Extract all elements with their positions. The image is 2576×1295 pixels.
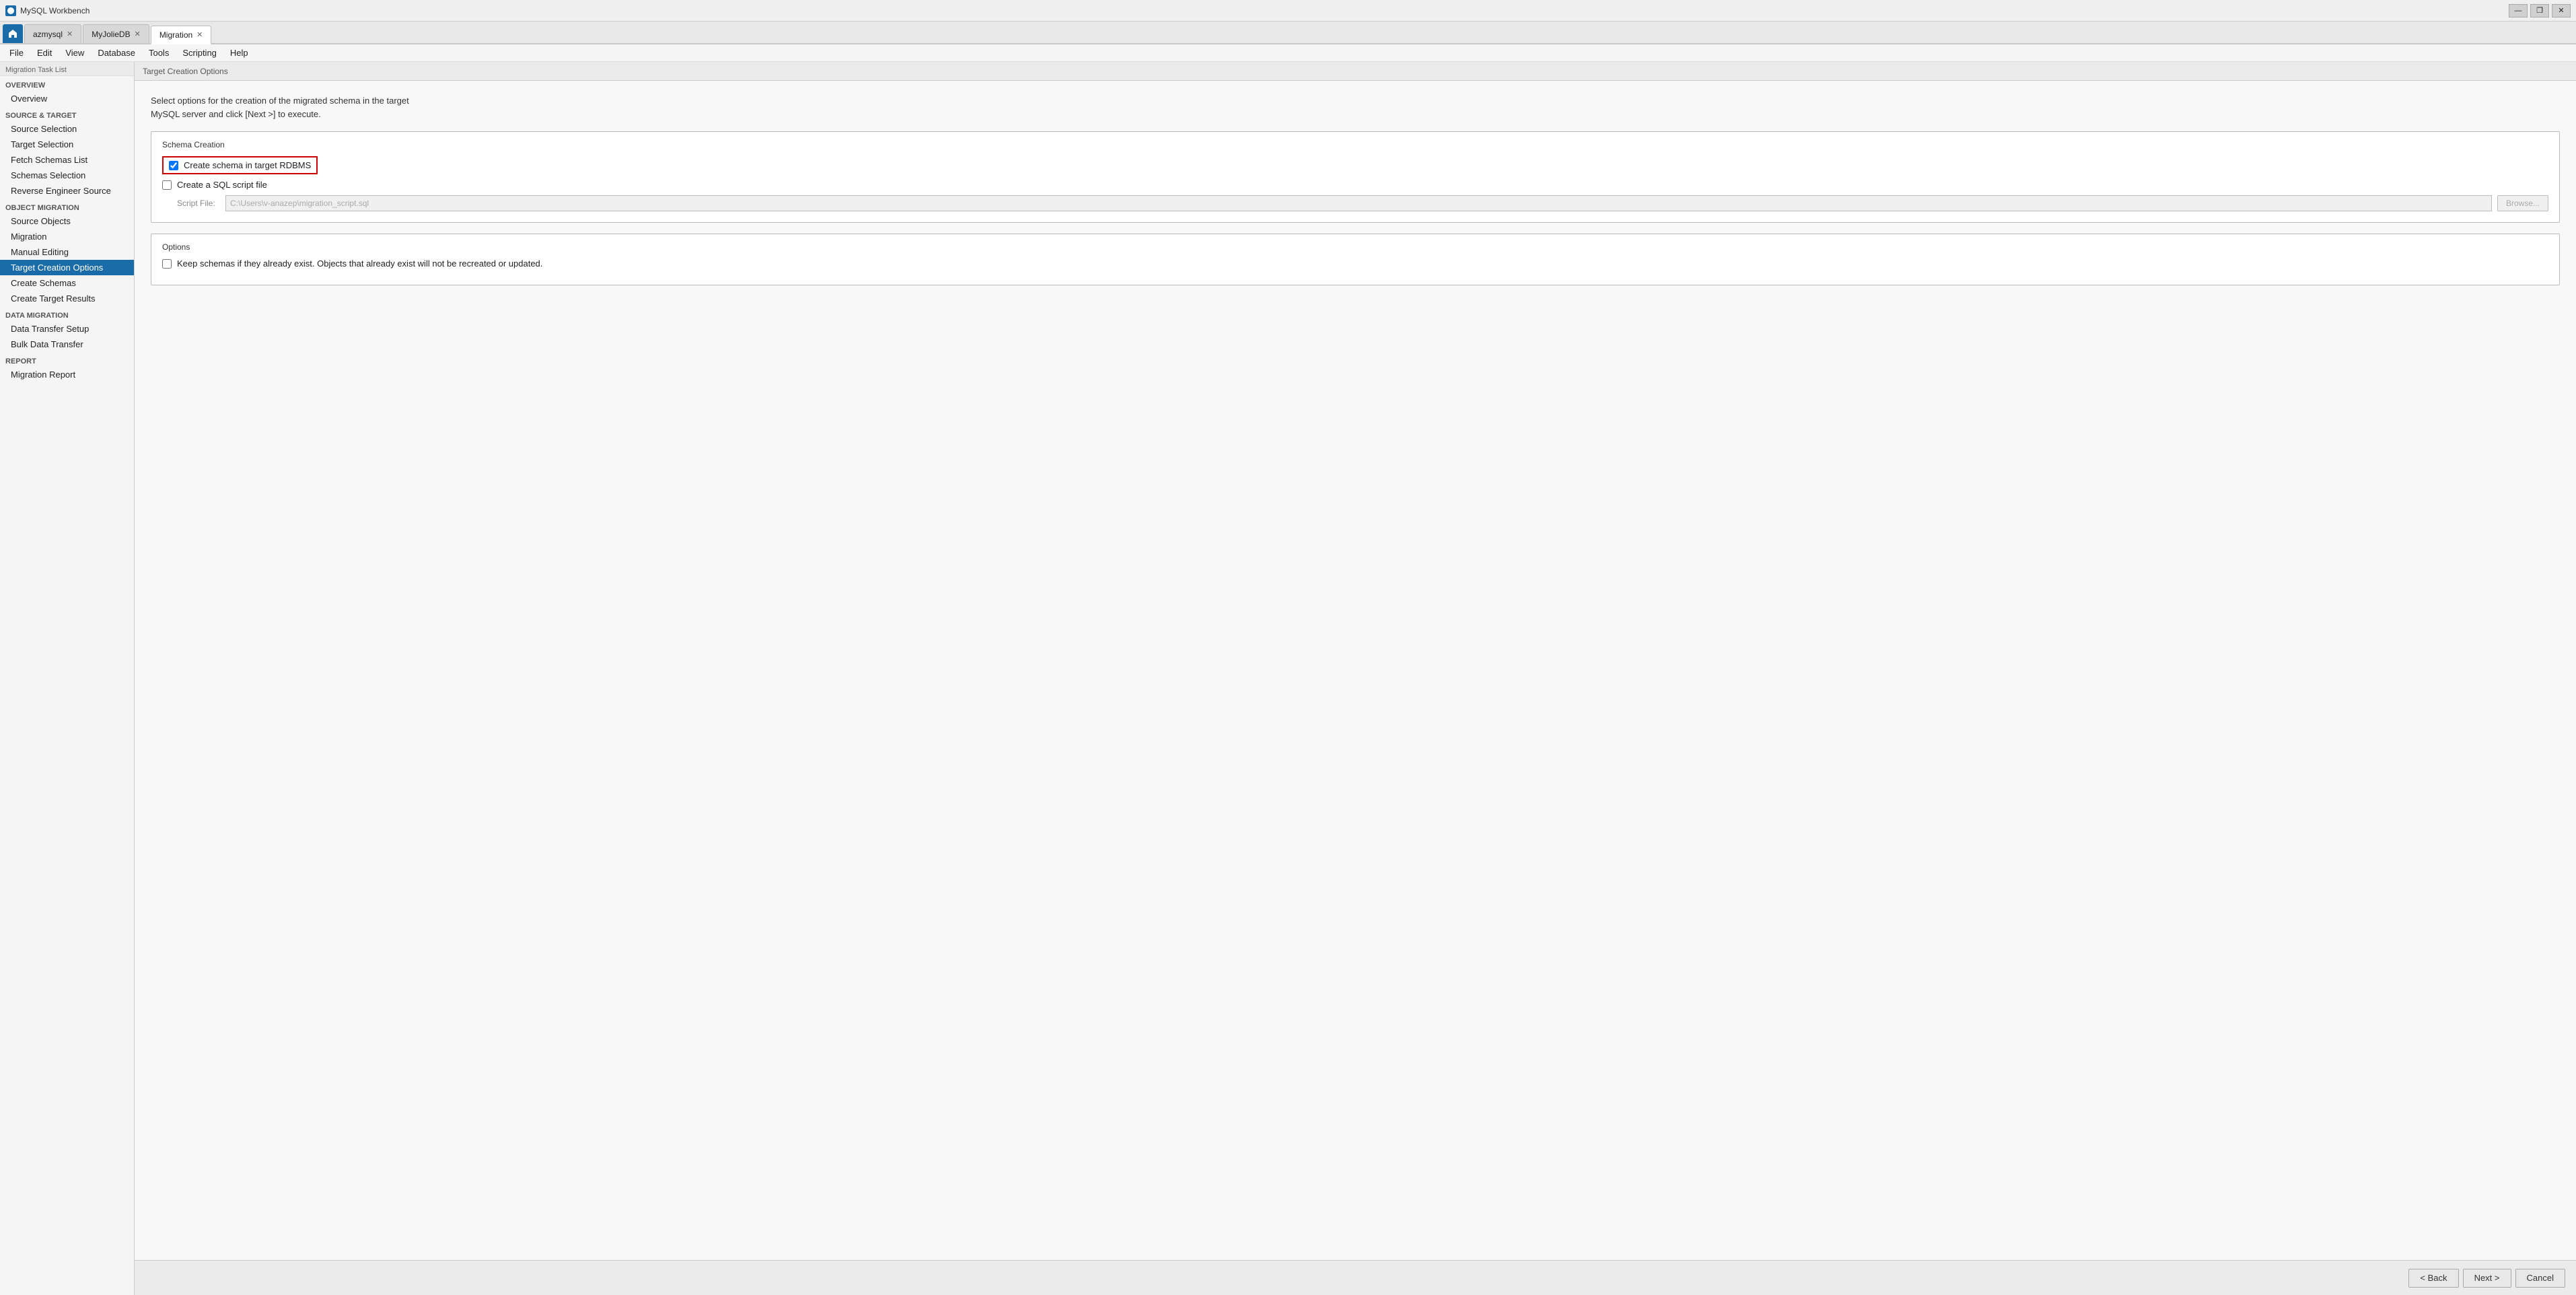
sidebar-item-create-target-results[interactable]: Create Target Results — [0, 291, 134, 306]
schema-creation-group: Schema Creation Create schema in target … — [151, 131, 2560, 223]
create-schema-label: Create schema in target RDBMS — [184, 160, 311, 170]
tab-azmysql-label: azmysql — [33, 30, 63, 39]
create-sql-row: Create a SQL script file — [162, 180, 2548, 190]
sidebar: Migration Task List OVERVIEW Overview SO… — [0, 62, 135, 1295]
content-header: Target Creation Options — [135, 62, 2576, 81]
options-title: Options — [162, 242, 2548, 252]
bottom-bar: < Back Next > Cancel — [135, 1260, 2576, 1295]
content-body: Select options for the creation of the m… — [135, 81, 2576, 1260]
tab-azmysql[interactable]: azmysql ✕ — [24, 24, 81, 43]
menu-database[interactable]: Database — [91, 46, 142, 59]
menu-tools[interactable]: Tools — [142, 46, 176, 59]
tab-migration-label: Migration — [159, 30, 192, 40]
window-controls: — ❐ ✕ — [2509, 4, 2571, 18]
main-layout: Migration Task List OVERVIEW Overview SO… — [0, 62, 2576, 1295]
menu-help[interactable]: Help — [223, 46, 255, 59]
sidebar-section-report: REPORT — [0, 352, 134, 367]
sidebar-item-schemas-selection[interactable]: Schemas Selection — [0, 168, 134, 183]
script-file-row: Script File: Browse... — [162, 195, 2548, 211]
tabbar: azmysql ✕ MyJolieDB ✕ Migration ✕ — [0, 22, 2576, 44]
sidebar-section-overview: OVERVIEW — [0, 76, 134, 91]
sidebar-item-target-selection[interactable]: Target Selection — [0, 137, 134, 152]
back-button[interactable]: < Back — [2408, 1269, 2458, 1288]
sidebar-item-reverse-engineer[interactable]: Reverse Engineer Source — [0, 183, 134, 199]
create-sql-checkbox[interactable] — [162, 180, 172, 190]
options-group: Options Keep schemas if they already exi… — [151, 234, 2560, 285]
next-button[interactable]: Next > — [2463, 1269, 2511, 1288]
keep-schemas-checkbox[interactable] — [162, 259, 172, 269]
script-file-input[interactable] — [225, 195, 2492, 211]
sidebar-item-overview[interactable]: Overview — [0, 91, 134, 106]
schema-creation-title: Schema Creation — [162, 140, 2548, 149]
content: Target Creation Options Select options f… — [135, 62, 2576, 1295]
cancel-button[interactable]: Cancel — [2515, 1269, 2565, 1288]
tab-azmysql-close[interactable]: ✕ — [67, 30, 73, 38]
app-icon — [5, 5, 16, 16]
browse-button[interactable]: Browse... — [2497, 195, 2548, 211]
tab-migration-close[interactable]: ✕ — [196, 30, 203, 39]
tab-myjoliedb-label: MyJolieDB — [92, 30, 130, 39]
keep-schemas-label: Keep schemas if they already exist. Obje… — [177, 258, 542, 269]
sidebar-item-source-objects[interactable]: Source Objects — [0, 213, 134, 229]
sidebar-section-object-migration: OBJECT MIGRATION — [0, 199, 134, 213]
script-file-label: Script File: — [177, 199, 220, 208]
sidebar-item-migration[interactable]: Migration — [0, 229, 134, 244]
sidebar-item-create-schemas[interactable]: Create Schemas — [0, 275, 134, 291]
tab-myjoliedb-close[interactable]: ✕ — [135, 30, 141, 38]
sidebar-section-data-migration: DATA MIGRATION — [0, 306, 134, 321]
sidebar-item-target-creation-options[interactable]: Target Creation Options — [0, 260, 134, 275]
sidebar-item-source-selection[interactable]: Source Selection — [0, 121, 134, 137]
sidebar-item-migration-report[interactable]: Migration Report — [0, 367, 134, 382]
menu-edit[interactable]: Edit — [30, 46, 59, 59]
menubar: File Edit View Database Tools Scripting … — [0, 44, 2576, 62]
menu-view[interactable]: View — [59, 46, 91, 59]
menu-scripting[interactable]: Scripting — [176, 46, 223, 59]
tab-migration[interactable]: Migration ✕ — [151, 26, 212, 44]
sidebar-header: Migration Task List — [0, 62, 134, 76]
sidebar-item-manual-editing[interactable]: Manual Editing — [0, 244, 134, 260]
tab-myjoliedb[interactable]: MyJolieDB ✕ — [83, 24, 149, 43]
create-schema-highlighted: Create schema in target RDBMS — [162, 156, 318, 174]
create-schema-row: Create schema in target RDBMS — [162, 156, 2548, 174]
menu-file[interactable]: File — [3, 46, 30, 59]
sidebar-item-fetch-schemas[interactable]: Fetch Schemas List — [0, 152, 134, 168]
minimize-button[interactable]: — — [2509, 4, 2528, 18]
home-tab[interactable] — [3, 24, 23, 43]
description-line2: MySQL server and click [Next >] to execu… — [151, 108, 2560, 121]
create-schema-checkbox[interactable] — [169, 161, 178, 170]
close-button[interactable]: ✕ — [2552, 4, 2571, 18]
app-title: MySQL Workbench — [20, 6, 90, 15]
maximize-button[interactable]: ❐ — [2530, 4, 2549, 18]
titlebar: MySQL Workbench — ❐ ✕ — [0, 0, 2576, 22]
sidebar-item-data-transfer-setup[interactable]: Data Transfer Setup — [0, 321, 134, 337]
create-sql-label: Create a SQL script file — [177, 180, 267, 190]
content-header-title: Target Creation Options — [143, 67, 228, 76]
description: Select options for the creation of the m… — [151, 94, 2560, 120]
sidebar-section-source-target: SOURCE & TARGET — [0, 106, 134, 121]
keep-schemas-row: Keep schemas if they already exist. Obje… — [162, 258, 2548, 269]
description-line1: Select options for the creation of the m… — [151, 94, 2560, 108]
sidebar-item-bulk-data-transfer[interactable]: Bulk Data Transfer — [0, 337, 134, 352]
